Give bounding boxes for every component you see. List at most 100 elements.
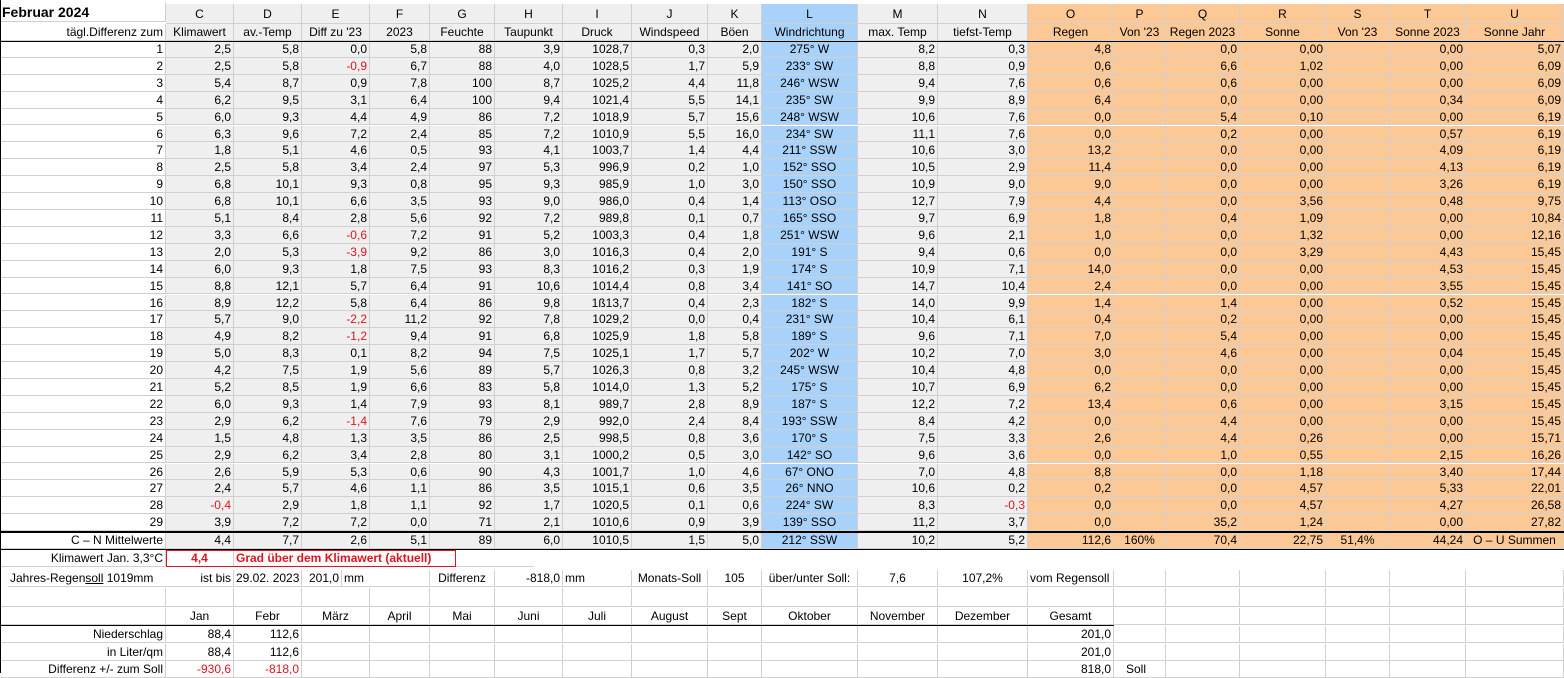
cell-K[interactable]: 0,7 xyxy=(708,210,762,227)
cell-T[interactable]: 0,00 xyxy=(1390,429,1466,447)
cell-R[interactable]: 0,00 xyxy=(1240,41,1326,58)
cell-Q[interactable]: 0,0 xyxy=(1166,176,1240,194)
cell-G[interactable]: 86 xyxy=(430,429,495,447)
cell-I[interactable]: 1003,7 xyxy=(563,142,632,160)
cell-T[interactable]: 0,00 xyxy=(1390,41,1466,58)
row-liter-gesamt[interactable]: 201,0 xyxy=(1028,643,1114,661)
cell-N[interactable]: 2,1 xyxy=(938,226,1028,244)
column-header-P[interactable]: Von '23 xyxy=(1114,24,1166,41)
row-liter-month-0[interactable]: 88,4 xyxy=(166,643,234,661)
cell-C[interactable]: 2,9 xyxy=(166,446,234,464)
empty-cell[interactable] xyxy=(1166,643,1240,661)
cell-J[interactable]: 0,1 xyxy=(632,210,708,227)
cell-K[interactable]: 15,6 xyxy=(708,108,762,126)
cell-J[interactable]: 0,6 xyxy=(632,480,708,498)
cell-E[interactable]: -0,6 xyxy=(302,226,370,244)
cell-T[interactable]: 2,15 xyxy=(1390,446,1466,464)
cell-D[interactable]: 9,6 xyxy=(234,125,302,143)
cell-S[interactable] xyxy=(1326,463,1390,481)
cell-E[interactable]: 5,3 xyxy=(302,463,370,481)
cell-F[interactable]: 0,8 xyxy=(370,176,430,194)
summary-F[interactable]: 5,1 xyxy=(370,532,430,550)
cell-E[interactable]: 5,8 xyxy=(302,294,370,312)
cell-D[interactable]: 6,2 xyxy=(234,412,302,430)
cell-J[interactable]: 5,7 xyxy=(632,108,708,126)
cell-P[interactable] xyxy=(1114,142,1166,160)
cell-L[interactable]: 150° SSO xyxy=(762,176,858,194)
cell-M[interactable]: 7,0 xyxy=(858,463,938,481)
cell-L[interactable]: 26° NNO xyxy=(762,480,858,498)
cell-Q[interactable]: 0,0 xyxy=(1166,277,1240,295)
cell-H[interactable]: 8,7 xyxy=(495,74,563,92)
empty-cell[interactable] xyxy=(1466,643,1564,661)
cell-I[interactable]: 1010,6 xyxy=(563,514,632,532)
cell-M[interactable]: 10,2 xyxy=(858,345,938,363)
column-header-H[interactable]: Taupunkt xyxy=(495,24,563,41)
cell-C[interactable]: 2,5 xyxy=(166,57,234,75)
column-letter-M[interactable]: M xyxy=(858,4,938,24)
cell-J[interactable]: 1,0 xyxy=(632,176,708,194)
cell-R[interactable]: 0,26 xyxy=(1240,429,1326,447)
cell-G[interactable]: 92 xyxy=(430,311,495,329)
empty-cell[interactable] xyxy=(302,588,370,608)
empty-cell[interactable] xyxy=(166,588,234,608)
cell-D[interactable]: 9,3 xyxy=(234,395,302,413)
day-number[interactable]: 20 xyxy=(0,362,166,379)
cell-J[interactable]: 0,3 xyxy=(632,260,708,278)
empty-cell[interactable] xyxy=(563,588,632,608)
cell-S[interactable] xyxy=(1326,412,1390,430)
cell-O[interactable]: 0,0 xyxy=(1028,497,1114,515)
day-number[interactable]: 22 xyxy=(0,395,166,413)
column-letter-K[interactable]: K xyxy=(708,4,762,24)
cell-H[interactable]: 1,7 xyxy=(495,497,563,515)
cell-K[interactable]: 8,9 xyxy=(708,395,762,413)
cell-M[interactable]: 12,7 xyxy=(858,193,938,210)
cell-I[interactable]: 1001,7 xyxy=(563,463,632,481)
day-number[interactable]: 21 xyxy=(0,379,166,396)
cell-H[interactable]: 2,5 xyxy=(495,429,563,447)
cell-N[interactable]: 0,2 xyxy=(938,480,1028,498)
cell-J[interactable]: 0,4 xyxy=(632,226,708,244)
cell-D[interactable]: 12,1 xyxy=(234,277,302,295)
cell-P[interactable] xyxy=(1114,294,1166,312)
column-header-Q[interactable]: Regen 2023 xyxy=(1166,24,1240,41)
cell-F[interactable]: 7,8 xyxy=(370,74,430,92)
row-niederschlag-month-11[interactable] xyxy=(938,626,1028,644)
cell-N[interactable]: 7,6 xyxy=(938,125,1028,143)
cell-L[interactable]: 170° S xyxy=(762,429,858,447)
cell-T[interactable]: 3,15 xyxy=(1390,395,1466,413)
differenz-label[interactable]: Differenz xyxy=(430,570,495,588)
cell-H[interactable]: 8,1 xyxy=(495,395,563,413)
sheet-title[interactable]: Februar 2024 xyxy=(0,2,166,22)
summary-I[interactable]: 1010,5 xyxy=(563,532,632,550)
cell-L[interactable]: 224° SW xyxy=(762,497,858,515)
cell-I[interactable]: 1025,1 xyxy=(563,345,632,363)
cell-H[interactable]: 4,3 xyxy=(495,463,563,481)
cell-J[interactable]: 0,3 xyxy=(632,41,708,58)
row-differenz-month-7[interactable] xyxy=(632,661,708,678)
row-liter-month-6[interactable] xyxy=(563,643,632,661)
column-header-C[interactable]: Klimawert xyxy=(166,24,234,41)
column-header-E[interactable]: Diff zu '23 xyxy=(302,24,370,41)
cell-M[interactable]: 9,6 xyxy=(858,328,938,346)
cell-F[interactable]: 1,1 xyxy=(370,497,430,515)
column-header-L[interactable]: Windrichtung xyxy=(762,24,858,41)
empty-cell[interactable] xyxy=(1326,626,1390,644)
day-number[interactable]: 14 xyxy=(0,260,166,278)
empty-cell[interactable] xyxy=(1390,643,1466,661)
cell-M[interactable]: 8,4 xyxy=(858,412,938,430)
cell-S[interactable] xyxy=(1326,91,1390,109)
empty-cell[interactable] xyxy=(858,588,938,608)
cell-S[interactable] xyxy=(1326,74,1390,92)
cell-J[interactable]: 5,5 xyxy=(632,91,708,109)
cell-U[interactable]: 16,26 xyxy=(1466,446,1564,464)
cell-T[interactable]: 0,00 xyxy=(1390,74,1466,92)
row-liter-extra[interactable] xyxy=(1114,643,1166,661)
cell-O[interactable]: 0,0 xyxy=(1028,243,1114,261)
day-number[interactable]: 29 xyxy=(0,514,166,532)
cell-I[interactable]: 1014,4 xyxy=(563,277,632,295)
cell-G[interactable]: 92 xyxy=(430,497,495,515)
cell-M[interactable]: 9,6 xyxy=(858,446,938,464)
summary-Q[interactable]: 70,4 xyxy=(1166,532,1240,550)
cell-C[interactable]: 2,4 xyxy=(166,480,234,498)
